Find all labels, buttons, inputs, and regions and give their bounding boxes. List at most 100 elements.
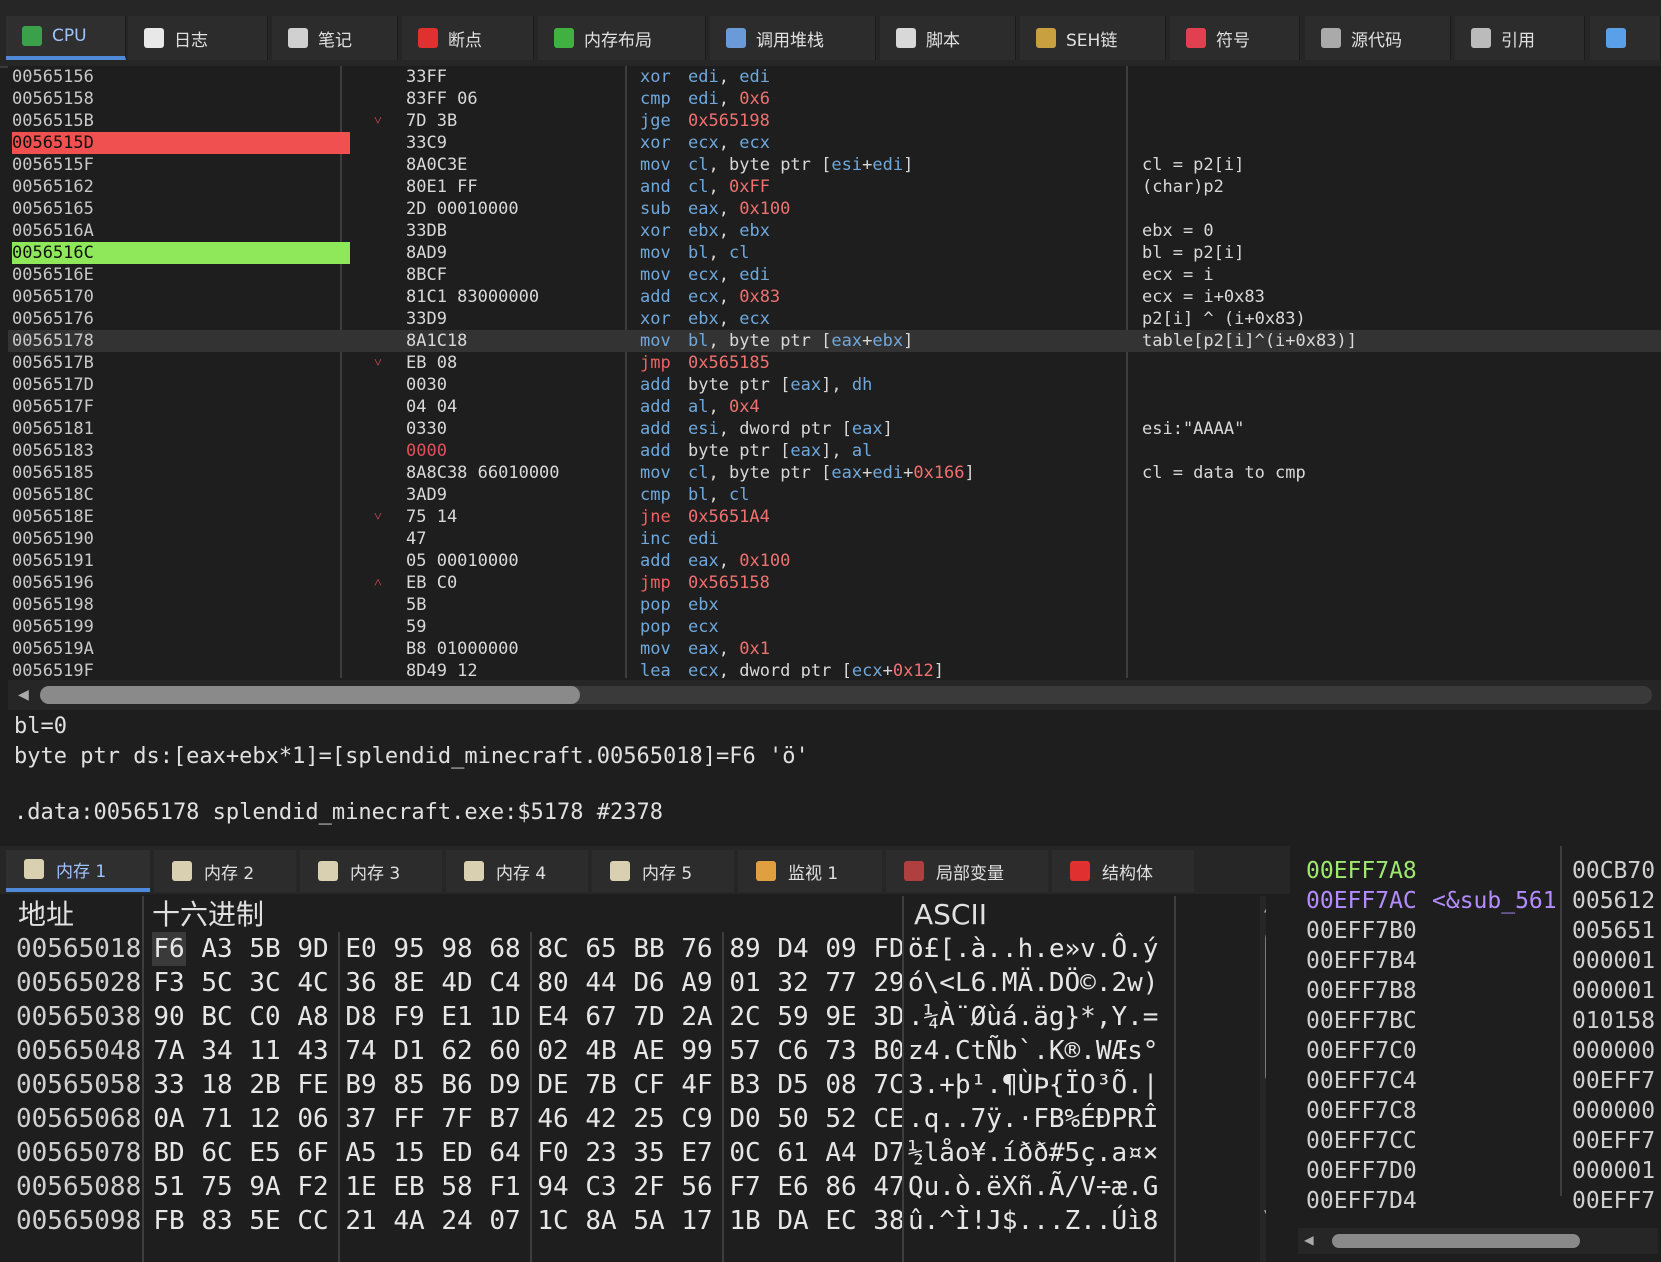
stack-value[interactable]: 00EFF7	[1572, 1186, 1655, 1216]
dump-byte[interactable]: DE	[536, 1068, 570, 1102]
dump-byte[interactable]: 83	[200, 1204, 234, 1238]
instruction-address[interactable]: 0056517F	[12, 396, 350, 418]
dump-ascii[interactable]: z4.CtÑb`.K®.WÆs°	[908, 1034, 1158, 1068]
comment[interactable]: ecx = i+0x83	[1142, 286, 1265, 308]
disasm-row[interactable]: 0056517D 0030 add byte ptr [eax], dh	[8, 374, 1661, 396]
dump-byte[interactable]: E0	[344, 932, 378, 966]
dump-ascii[interactable]: .q..7ÿ.·FB%ÉÐPRÎ	[908, 1102, 1158, 1136]
stack-row[interactable]: 00EFF7D4 00EFF7	[1290, 1186, 1661, 1216]
stack-address[interactable]: 00EFF7D4	[1306, 1186, 1417, 1216]
dump-byte[interactable]: 6F	[296, 1136, 330, 1170]
stack-value[interactable]: 005651	[1572, 916, 1655, 946]
dump-ascii[interactable]: 3.+þ¹.¶ÙÞ{ÏO³Õ.|	[908, 1068, 1158, 1102]
dump-byte[interactable]: 95	[392, 932, 426, 966]
dump-byte[interactable]: B7	[488, 1102, 522, 1136]
dump-byte[interactable]: 7F	[440, 1102, 474, 1136]
disasm-row[interactable]: 00565170 81C1 83000000 add ecx, 0x83 ecx = i…	[8, 286, 1661, 308]
instruction-address[interactable]: 0056519F	[12, 660, 350, 678]
stack-address[interactable]: 00EFF7A8	[1306, 856, 1417, 886]
dump-byte[interactable]: 23	[584, 1136, 618, 1170]
dump-byte[interactable]: E7	[680, 1136, 714, 1170]
instruction-address[interactable]: 00565162	[12, 176, 350, 198]
scroll-left-icon[interactable]: ◀	[18, 684, 29, 705]
dump-byte[interactable]: 8C	[536, 932, 570, 966]
dump-row[interactable]: 00565088 51 75 9A F2 1E EB 58 F1 94 C3 2F 56 F7 E6 86 47…	[8, 1170, 1266, 1204]
dump-byte[interactable]: 99	[680, 1034, 714, 1068]
scroll-thumb[interactable]	[1332, 1234, 1580, 1248]
tab-9[interactable]: 源代码	[1305, 16, 1451, 60]
dump-byte[interactable]: EC	[824, 1204, 858, 1238]
dump-row[interactable]: 00565028 F3 5C 3C 4C 36 8E 4D C4 80 44 D6 A9 01 32 77 29…	[8, 966, 1266, 1000]
dump-byte[interactable]: 1C	[536, 1204, 570, 1238]
instruction-address[interactable]: 00565185	[12, 462, 350, 484]
dump-byte[interactable]: BC	[200, 1000, 234, 1034]
dump-byte[interactable]: 1E	[344, 1170, 378, 1204]
dump-byte[interactable]: 18	[200, 1068, 234, 1102]
dump-byte[interactable]: 56	[680, 1170, 714, 1204]
stack-row[interactable]: 00EFF7C8 000000	[1290, 1096, 1661, 1126]
comment[interactable]: p2[i] ^ (i+0x83)	[1142, 308, 1306, 330]
disasm-row[interactable]: 00565199 59 pop ecx	[8, 616, 1661, 638]
dump-byte[interactable]: 34	[200, 1034, 234, 1068]
dump-byte[interactable]: 33	[152, 1068, 186, 1102]
disasm-row[interactable]: 0056518C 3AD9 cmp bl, cl	[8, 484, 1661, 506]
dump-row[interactable]: 00565068 0A 71 12 06 37 FF 7F B7 46 42 25 C9 D0 50 52 CE…	[8, 1102, 1266, 1136]
dump-address[interactable]: 00565038	[16, 1000, 140, 1034]
dump-row[interactable]: 00565098 FB 83 5E CC 21 4A 24 07 1C 8A 5A 17 1B DA EC 38…	[8, 1204, 1266, 1238]
instruction-address[interactable]: 00565199	[12, 616, 350, 638]
stack-row[interactable]: 00EFF7BC 010158	[1290, 1006, 1661, 1036]
stack-hscrollbar[interactable]: ◀	[1298, 1228, 1658, 1254]
dump-byte[interactable]: D5	[776, 1068, 810, 1102]
stack-row[interactable]: 00EFF7CC 00EFF7	[1290, 1126, 1661, 1156]
dump-tab-7[interactable]: 结构体	[1052, 850, 1194, 892]
dump-byte[interactable]: 24	[440, 1204, 474, 1238]
dump-byte[interactable]: E4	[536, 1000, 570, 1034]
comment[interactable]: cl = p2[i]	[1142, 154, 1244, 176]
dump-row[interactable]: 00565048 7A 34 11 43 74 D1 62 60 02 4B AE 99 57 C6 73 B0…	[8, 1034, 1266, 1068]
instruction-address[interactable]: 0056518C	[12, 484, 350, 506]
stack-address[interactable]: 00EFF7B4	[1306, 946, 1417, 976]
tab-10[interactable]: 引用	[1455, 16, 1585, 60]
dump-tab-1[interactable]: 内存 2	[154, 850, 296, 892]
dump-byte[interactable]: 4F	[680, 1068, 714, 1102]
stack-address[interactable]: 00EFF7B8	[1306, 976, 1417, 1006]
stack-row[interactable]: 00EFF7AC <&sub_561 005612	[1290, 886, 1661, 916]
dump-byte[interactable]: F1	[488, 1170, 522, 1204]
tab-3[interactable]: 断点	[402, 16, 534, 60]
dump-address[interactable]: 00565098	[16, 1204, 140, 1238]
dump-byte[interactable]: B6	[440, 1068, 474, 1102]
dump-byte[interactable]: F0	[536, 1136, 570, 1170]
stack-address[interactable]: 00EFF7B0	[1306, 916, 1417, 946]
dump-byte[interactable]: 98	[440, 932, 474, 966]
disasm-row[interactable]: 00565185 8A8C38 66010000 mov cl, byte ptr […	[8, 462, 1661, 484]
instruction-address[interactable]: 00565181	[12, 418, 350, 440]
dump-byte[interactable]: C0	[248, 1000, 282, 1034]
tab-8[interactable]: 符号	[1170, 16, 1300, 60]
dump-byte[interactable]: 7B	[584, 1068, 618, 1102]
dump-byte[interactable]: 60	[488, 1034, 522, 1068]
disasm-row[interactable]: 00565165 2D 00010000 sub eax, 0x100	[8, 198, 1661, 220]
instruction-address[interactable]: 0056519A	[12, 638, 350, 660]
dump-byte[interactable]: BB	[632, 932, 666, 966]
dump-byte[interactable]: 11	[248, 1034, 282, 1068]
dump-byte[interactable]: C4	[488, 966, 522, 1000]
dump-byte[interactable]: 08	[824, 1068, 858, 1102]
scroll-left-icon[interactable]: ◀	[1304, 1230, 1314, 1249]
disasm-row[interactable]: 00565156 33FF xor edi, edi	[8, 66, 1661, 88]
dump-byte[interactable]: 57	[728, 1034, 762, 1068]
dump-row[interactable]: 00565078 BD 6C E5 6F A5 15 ED 64 F0 23 35 E7 0C 61 A4 D7…	[8, 1136, 1266, 1170]
tab-5[interactable]: 调用堆栈	[710, 16, 876, 60]
disasm-row[interactable]: 00565178 8A1C18 mov bl, byte ptr [eax+ebx] t…	[8, 330, 1661, 352]
dump-byte[interactable]: 71	[200, 1102, 234, 1136]
dump-byte[interactable]: 76	[680, 932, 714, 966]
dump-byte[interactable]: 59	[776, 1000, 810, 1034]
stack-address[interactable]: 00EFF7C8	[1306, 1096, 1417, 1126]
dump-byte[interactable]: C9	[680, 1102, 714, 1136]
dump-byte[interactable]: 2B	[248, 1068, 282, 1102]
comment[interactable]: (char)p2	[1142, 176, 1224, 198]
instruction-address[interactable]: 00565176	[12, 308, 350, 330]
dump-byte[interactable]: 29	[872, 966, 906, 1000]
dump-byte[interactable]: E5	[248, 1136, 282, 1170]
dump-byte[interactable]: 1D	[488, 1000, 522, 1034]
disasm-row[interactable]: 0056515D 33C9 xor ecx, ecx	[8, 132, 1661, 154]
